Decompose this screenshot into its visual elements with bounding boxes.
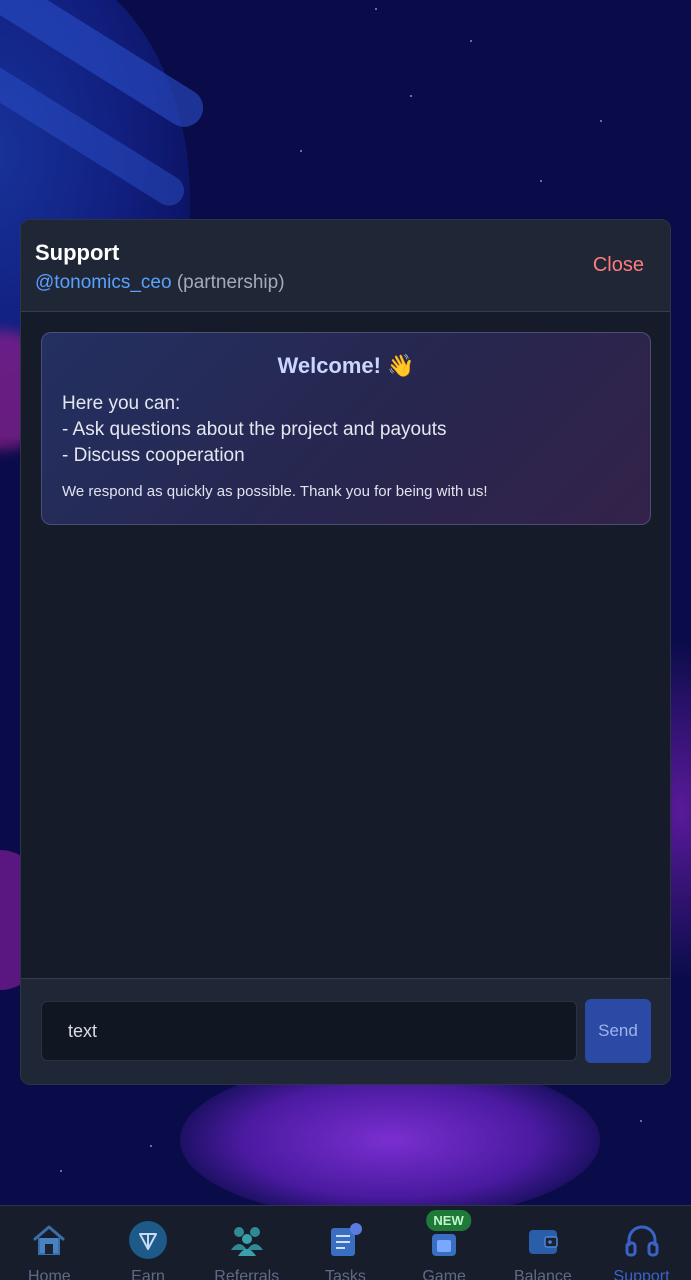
ton-icon: [129, 1221, 168, 1259]
new-badge: NEW: [426, 1210, 471, 1231]
tasks-icon: [331, 1223, 363, 1256]
support-handle-link[interactable]: @tonomics_ceo: [35, 272, 172, 293]
welcome-title: Welcome! 👋: [277, 353, 415, 378]
bottom-tab-bar: Home Earn Referrals Tasks NEW Game Balan…: [0, 1205, 691, 1280]
tab-tasks[interactable]: Tasks: [296, 1206, 394, 1280]
welcome-line: - Discuss cooperation: [62, 445, 245, 466]
modal-header: Support @tonomics_ceo (partnership) Clos…: [21, 220, 670, 312]
tab-label: Earn: [131, 1268, 165, 1280]
modal-title: Support: [35, 240, 120, 265]
headphones-icon: [625, 1225, 659, 1257]
tab-game[interactable]: NEW Game: [395, 1206, 493, 1280]
welcome-card: Welcome! 👋 Here you can: - Ask questions…: [41, 332, 651, 525]
welcome-line: Here you can:: [62, 393, 181, 414]
welcome-lines: Here you can: - Ask questions about the …: [62, 391, 630, 469]
tab-label: Game: [422, 1268, 466, 1280]
welcome-note: We respond as quickly as possible. Thank…: [62, 483, 488, 500]
tab-support[interactable]: Support: [593, 1206, 691, 1280]
tab-earn[interactable]: Earn: [99, 1206, 197, 1280]
message-input[interactable]: [41, 1001, 577, 1061]
message-composer: Send: [21, 978, 670, 1084]
tab-label: Referrals: [214, 1268, 280, 1280]
support-modal: Support @tonomics_ceo (partnership) Clos…: [20, 219, 671, 1085]
tab-referrals[interactable]: Referrals: [198, 1206, 296, 1280]
tab-label: Support: [613, 1268, 670, 1280]
tab-label: Tasks: [325, 1268, 366, 1280]
tab-balance[interactable]: Balance: [494, 1206, 592, 1280]
close-button[interactable]: Close: [593, 254, 644, 277]
tab-home[interactable]: Home: [0, 1206, 98, 1280]
tab-label: Balance: [513, 1268, 572, 1280]
modal-subtitle: @tonomics_ceo (partnership): [35, 272, 656, 294]
send-button[interactable]: Send: [585, 999, 651, 1063]
support-role: (partnership): [176, 272, 285, 293]
home-icon: [33, 1225, 65, 1255]
wallet-icon: [528, 1230, 558, 1254]
tab-label: Home: [28, 1268, 71, 1280]
users-icon: [230, 1227, 263, 1256]
welcome-line: - Ask questions about the project and pa…: [62, 419, 447, 440]
